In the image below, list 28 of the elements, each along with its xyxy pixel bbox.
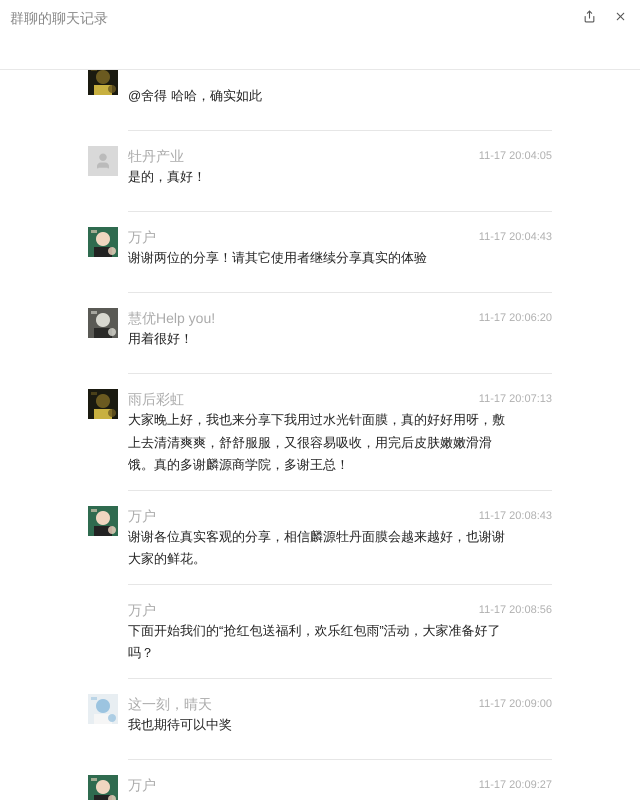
- message-time: 11-17 20:08:56: [478, 602, 552, 618]
- message-time: 11-17 20:09:27: [478, 778, 552, 792]
- message-text: 谢谢两位的分享！请其它使用者继续分享真实的体验: [128, 249, 428, 267]
- close-icon[interactable]: [614, 10, 627, 23]
- message-text: 下面开始我们的“抢红包送福利，欢乐红包雨”活动，大家准备好了吗？: [128, 622, 502, 662]
- message-text: 用着很好！: [128, 330, 194, 348]
- sender-name: 万户: [128, 506, 156, 526]
- message-time: 11-17 20:09:00: [478, 696, 552, 712]
- sender-name: 万户: [128, 228, 156, 247]
- message-time: 11-17 20:04:05: [478, 149, 552, 164]
- sender-name: 万户: [128, 600, 156, 620]
- sender-name: 万户: [128, 776, 156, 794]
- message-time: 11-17 20:07:13: [478, 392, 552, 407]
- window-title: 群聊的聊天记录: [10, 9, 108, 28]
- message-time: 11-17 20:08:43: [478, 508, 552, 524]
- sender-name: 牡丹产业: [128, 147, 184, 166]
- person-icon: [94, 152, 112, 170]
- message-text: 谢谢各位真实客观的分享，相信麟源牡丹面膜会越来越好，也谢谢大家的鲜花。: [128, 528, 506, 568]
- message-text: 是的，真好！: [128, 168, 207, 186]
- sender-name: 这一刻，晴天: [128, 694, 212, 714]
- message-text: 大家晚上好，我也来分享下我用过水光针面膜，真的好好用呀，敷上去清清爽爽，舒舒服服，又很容易吸收，用完后皮肤嫩嫩滑滑饿。真的多谢麟源商学院，多谢王总！: [128, 411, 506, 474]
- sender-name: 雨后彩虹: [128, 390, 184, 409]
- message-text: @舍得 哈哈，确实如此: [128, 87, 263, 105]
- message-time: 11-17 20:06:20: [478, 311, 552, 326]
- message-time: 11-17 20:04:43: [478, 230, 552, 245]
- message-text: 我也期待可以中奖: [128, 716, 233, 734]
- sender-name: 慧优Help you!: [128, 309, 216, 328]
- share-icon[interactable]: [583, 10, 596, 23]
